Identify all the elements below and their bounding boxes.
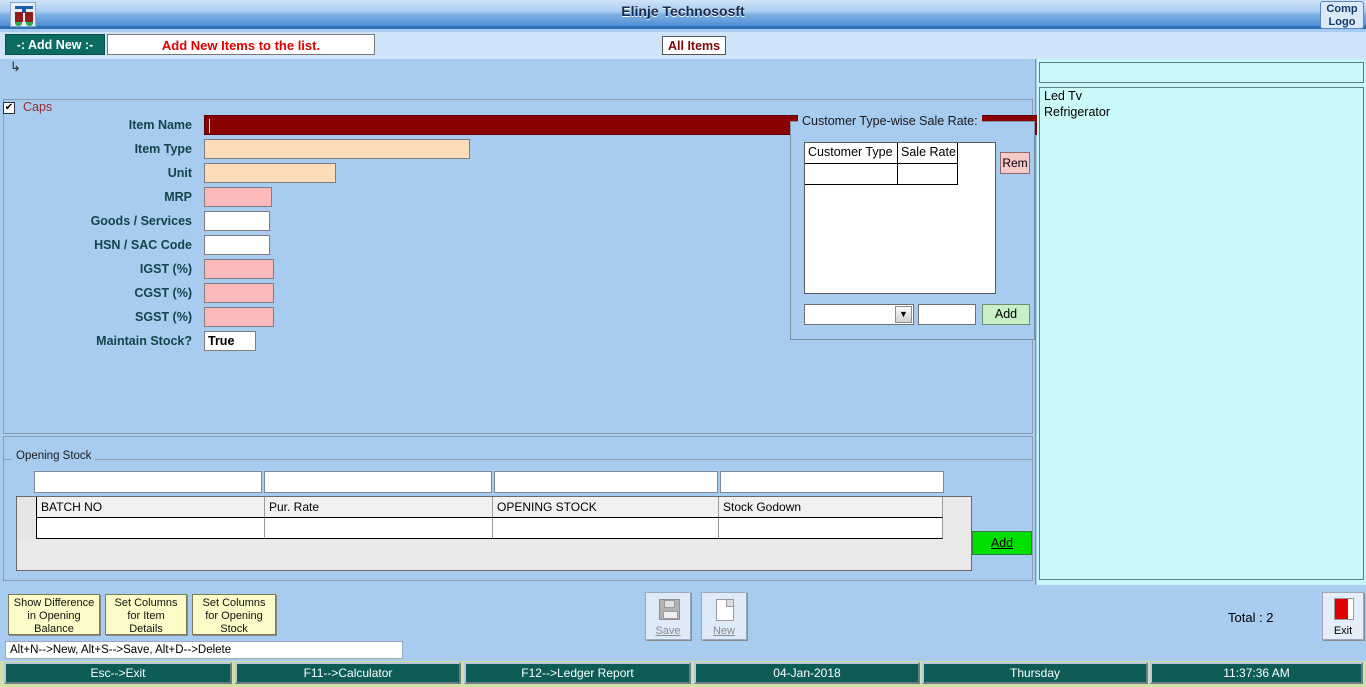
field-input-7[interactable] — [204, 283, 274, 303]
field-label-1: Item Type — [134, 142, 192, 156]
customer-rate-legend: Customer Type-wise Sale Rate: — [798, 114, 982, 128]
opening-stock-entry-batch-no[interactable] — [34, 471, 262, 493]
show-difference-button[interactable]: Show Difference in Opening Balance — [8, 594, 100, 635]
list-item[interactable]: Led Tv — [1040, 88, 1363, 104]
header-bar: -: Add New :- Add New Items to the list.… — [0, 32, 1366, 59]
field-input-9[interactable]: True — [204, 331, 256, 351]
status-cell-0[interactable]: Esc-->Exit — [4, 662, 232, 684]
title-bar: Elinje Technososft Comp Logo — [0, 0, 1366, 29]
show-difference-line2: in Opening — [27, 610, 81, 622]
field-label-5: HSN / SAC Code — [94, 238, 192, 252]
items-listbox[interactable]: Led Tv Refrigerator — [1039, 87, 1364, 580]
field-label-8: SGST (%) — [135, 310, 192, 324]
set-columns-stock-line3: Stock — [220, 623, 248, 635]
status-cell-4[interactable]: Thursday — [922, 662, 1148, 684]
company-logo-line1: Comp — [1326, 3, 1358, 15]
set-columns-item-line1: Set Columns — [114, 597, 178, 609]
company-logo-line2: Logo — [1328, 16, 1356, 28]
set-columns-opening-stock-button[interactable]: Set Columns for Opening Stock — [192, 594, 276, 635]
show-difference-line3: Balance — [34, 623, 74, 635]
opening-stock-cell-batch-no[interactable] — [37, 518, 265, 539]
list-item[interactable]: Refrigerator — [1040, 104, 1363, 120]
set-columns-stock-line1: Set Columns — [202, 597, 266, 609]
shortcut-hint-bar: Alt+N-->New, Alt+S-->Save, Alt+D-->Delet… — [5, 641, 403, 659]
customer-rate-col-customer-type: Customer Type — [805, 143, 898, 164]
window-title: Elinje Technososft — [621, 3, 745, 19]
caps-checkbox[interactable]: ✔ — [3, 102, 15, 114]
customer-rate-cell-sale-rate[interactable] — [898, 164, 958, 185]
opening-stock-col-pur-rate: Pur. Rate — [265, 497, 493, 518]
sale-rate-input[interactable] — [918, 304, 976, 325]
opening-stock-entry-opening-stock[interactable] — [494, 471, 718, 493]
new-button[interactable]: New — [701, 592, 747, 640]
status-cell-2[interactable]: F12-->Ledger Report — [464, 662, 691, 684]
opening-stock-grid[interactable]: BATCH NO Pur. Rate OPENING STOCK Stock G… — [16, 496, 972, 571]
field-input-1[interactable] — [204, 139, 470, 159]
item-list-panel: Led Tv Refrigerator — [1037, 59, 1366, 585]
field-label-3: MRP — [164, 190, 192, 204]
field-input-2[interactable] — [204, 163, 336, 183]
opening-stock-cell-stock-godown[interactable] — [719, 518, 943, 539]
customer-rate-cell-customer-type[interactable] — [805, 164, 898, 185]
field-input-5[interactable] — [204, 235, 270, 255]
opening-stock-entry-pur-rate[interactable] — [264, 471, 492, 493]
opening-stock-entry-stock-godown[interactable] — [720, 471, 944, 493]
add-new-tab[interactable]: -: Add New :- — [5, 34, 105, 55]
opening-stock-col-opening-stock: OPENING STOCK — [493, 497, 719, 518]
field-label-4: Goods / Services — [90, 214, 192, 228]
opening-stock-cell-opening-stock[interactable] — [493, 518, 719, 539]
exit-button[interactable]: Exit — [1322, 592, 1364, 640]
main-panel: ↳ ✔ Caps Item Name Item Type Unit MRP Goods … — [0, 59, 1364, 585]
cursor-arrow-icon: ↳ — [10, 59, 21, 74]
status-cell-3[interactable]: 04-Jan-2018 — [694, 662, 920, 684]
set-columns-item-details-button[interactable]: Set Columns for Item Details — [105, 594, 187, 635]
field-input-4[interactable] — [204, 211, 270, 231]
field-input-8[interactable] — [204, 307, 274, 327]
remove-rate-button[interactable]: Rem — [1000, 152, 1030, 174]
set-columns-stock-line2: for Opening — [205, 610, 263, 622]
chevron-down-icon[interactable]: ▼ — [895, 306, 912, 323]
customer-type-select[interactable]: ▼ — [804, 304, 914, 325]
tab-all-items[interactable]: All Items — [662, 36, 727, 55]
grid-row-header[interactable] — [17, 497, 37, 539]
field-label-6: IGST (%) — [139, 262, 192, 276]
caps-label: Caps — [19, 100, 57, 114]
field-label-2: Unit — [167, 166, 192, 180]
floppy-disk-icon — [659, 599, 680, 620]
field-label-7: CGST (%) — [134, 286, 192, 300]
application-window: Elinje Technososft Comp Logo -: Add New … — [0, 0, 1366, 687]
set-columns-item-line2: for Item — [127, 610, 165, 622]
save-button[interactable]: Save — [645, 592, 691, 640]
total-count-label: Total : 2 — [1228, 610, 1274, 625]
field-label-9: Maintain Stock? — [96, 334, 192, 348]
exit-button-label: Exit — [1333, 625, 1353, 637]
customer-rate-grid[interactable]: Customer Type Sale Rate — [804, 142, 996, 294]
opening-stock-cell-pur-rate[interactable] — [265, 518, 493, 539]
search-input[interactable] — [1039, 62, 1364, 83]
status-bar: Esc-->Exit F11-->Calculator F12-->Ledger R… — [0, 661, 1366, 687]
set-columns-item-line3: Details — [129, 623, 163, 635]
company-logo: Comp Logo — [1320, 1, 1364, 29]
new-button-label: New — [712, 625, 735, 637]
field-input-6[interactable] — [204, 259, 274, 279]
customer-rate-group: Customer Type Sale Rate Rem ▼ Add — [790, 121, 1035, 340]
add-customer-rate-button[interactable]: Add — [982, 304, 1030, 325]
exit-door-icon — [1334, 598, 1354, 620]
opening-stock-col-stock-godown: Stock Godown — [719, 497, 943, 518]
add-opening-stock-button[interactable]: Add — [972, 531, 1032, 555]
add-new-caption: Add New Items to the list. — [107, 34, 375, 55]
save-button-label: Save — [655, 625, 681, 637]
show-difference-line1: Show Difference — [13, 597, 95, 609]
field-label-0: Item Name — [128, 118, 192, 132]
customer-rate-col-sale-rate: Sale Rate — [898, 143, 958, 164]
opening-stock-group: BATCH NO Pur. Rate OPENING STOCK Stock G… — [3, 459, 1033, 581]
field-input-3[interactable] — [204, 187, 272, 207]
status-cell-5[interactable]: 11:37:36 AM — [1150, 662, 1363, 684]
new-page-icon — [716, 599, 734, 621]
opening-stock-legend: Opening Stock — [12, 450, 96, 462]
text-caret — [209, 119, 210, 133]
status-cell-1[interactable]: F11-->Calculator — [235, 662, 461, 684]
opening-stock-col-batch-no: BATCH NO — [37, 497, 265, 518]
